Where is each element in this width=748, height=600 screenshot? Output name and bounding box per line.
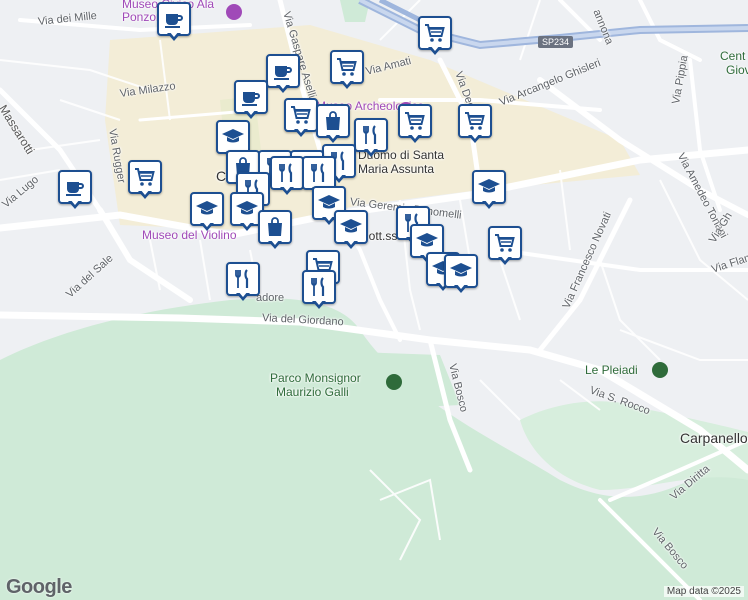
- place-label-centro-line2[interactable]: Giov: [726, 64, 748, 76]
- marker-pointer: [326, 133, 340, 143]
- map-marker-shop[interactable]: [488, 226, 522, 266]
- google-logo: Google: [6, 576, 72, 598]
- place-label-c: C: [216, 168, 227, 184]
- marker-pointer: [138, 189, 152, 199]
- marker-pointer: [468, 133, 482, 143]
- marker-pointer: [340, 79, 354, 89]
- map-marker-cafe[interactable]: [157, 2, 191, 42]
- map-marker-shop[interactable]: [398, 104, 432, 144]
- map-marker-school[interactable]: [334, 210, 368, 250]
- marker-pointer: [200, 221, 214, 231]
- map-marker-school[interactable]: [472, 170, 506, 210]
- place-label-le-pleiadi[interactable]: Le Pleiadi: [585, 364, 638, 376]
- map-marker-cafe[interactable]: [266, 54, 300, 94]
- park-icon[interactable]: [386, 374, 402, 390]
- place-label-centro-line1[interactable]: Cent: [720, 50, 745, 62]
- marker-pointer: [344, 239, 358, 249]
- marker-pointer: [244, 109, 258, 119]
- map-marker-shop[interactable]: [458, 104, 492, 144]
- map-marker-food[interactable]: [354, 118, 388, 158]
- map-marker-shop[interactable]: [128, 160, 162, 200]
- map-marker-food[interactable]: [270, 156, 304, 196]
- map-base-layer: [0, 0, 748, 600]
- marker-pointer: [268, 239, 282, 249]
- map-attribution[interactable]: Map data ©2025: [663, 586, 744, 597]
- map-marker-shop[interactable]: [418, 16, 452, 56]
- marker-pointer: [294, 127, 308, 137]
- marker-pointer: [408, 133, 422, 143]
- map-canvas[interactable]: Via dei Mille Via Milazzo Massarotti Via…: [0, 0, 748, 600]
- museum-icon[interactable]: [226, 4, 242, 20]
- street-label-adore: adore: [256, 292, 285, 304]
- marker-pointer: [312, 299, 326, 309]
- place-label-carpanello: Carpanello: [680, 430, 748, 446]
- place-label-parco-line1[interactable]: Parco Monsignor: [270, 372, 361, 384]
- map-marker-school[interactable]: [444, 254, 478, 294]
- marker-pointer: [240, 221, 254, 231]
- road-shield-sp234: SP234: [538, 36, 574, 48]
- marker-pointer: [498, 255, 512, 265]
- marker-pointer: [68, 199, 82, 209]
- map-marker-bag[interactable]: [316, 104, 350, 144]
- map-marker-bag[interactable]: [258, 210, 292, 250]
- map-marker-food[interactable]: [226, 262, 260, 302]
- marker-pointer: [167, 31, 181, 41]
- marker-pointer: [276, 83, 290, 93]
- marker-pointer: [364, 147, 378, 157]
- marker-pointer: [482, 199, 496, 209]
- marker-pointer: [280, 185, 294, 195]
- map-marker-school[interactable]: [190, 192, 224, 232]
- map-marker-cafe[interactable]: [234, 80, 268, 120]
- map-marker-cafe[interactable]: [58, 170, 92, 210]
- marker-pointer: [428, 45, 442, 55]
- map-marker-shop[interactable]: [330, 50, 364, 90]
- marker-pointer: [454, 283, 468, 293]
- map-marker-shop[interactable]: [284, 98, 318, 138]
- marker-pointer: [236, 291, 250, 301]
- le-pleiadi-icon[interactable]: [652, 362, 668, 378]
- place-label-parco-line2[interactable]: Maurizio Galli: [276, 386, 349, 398]
- map-marker-food[interactable]: [302, 270, 336, 310]
